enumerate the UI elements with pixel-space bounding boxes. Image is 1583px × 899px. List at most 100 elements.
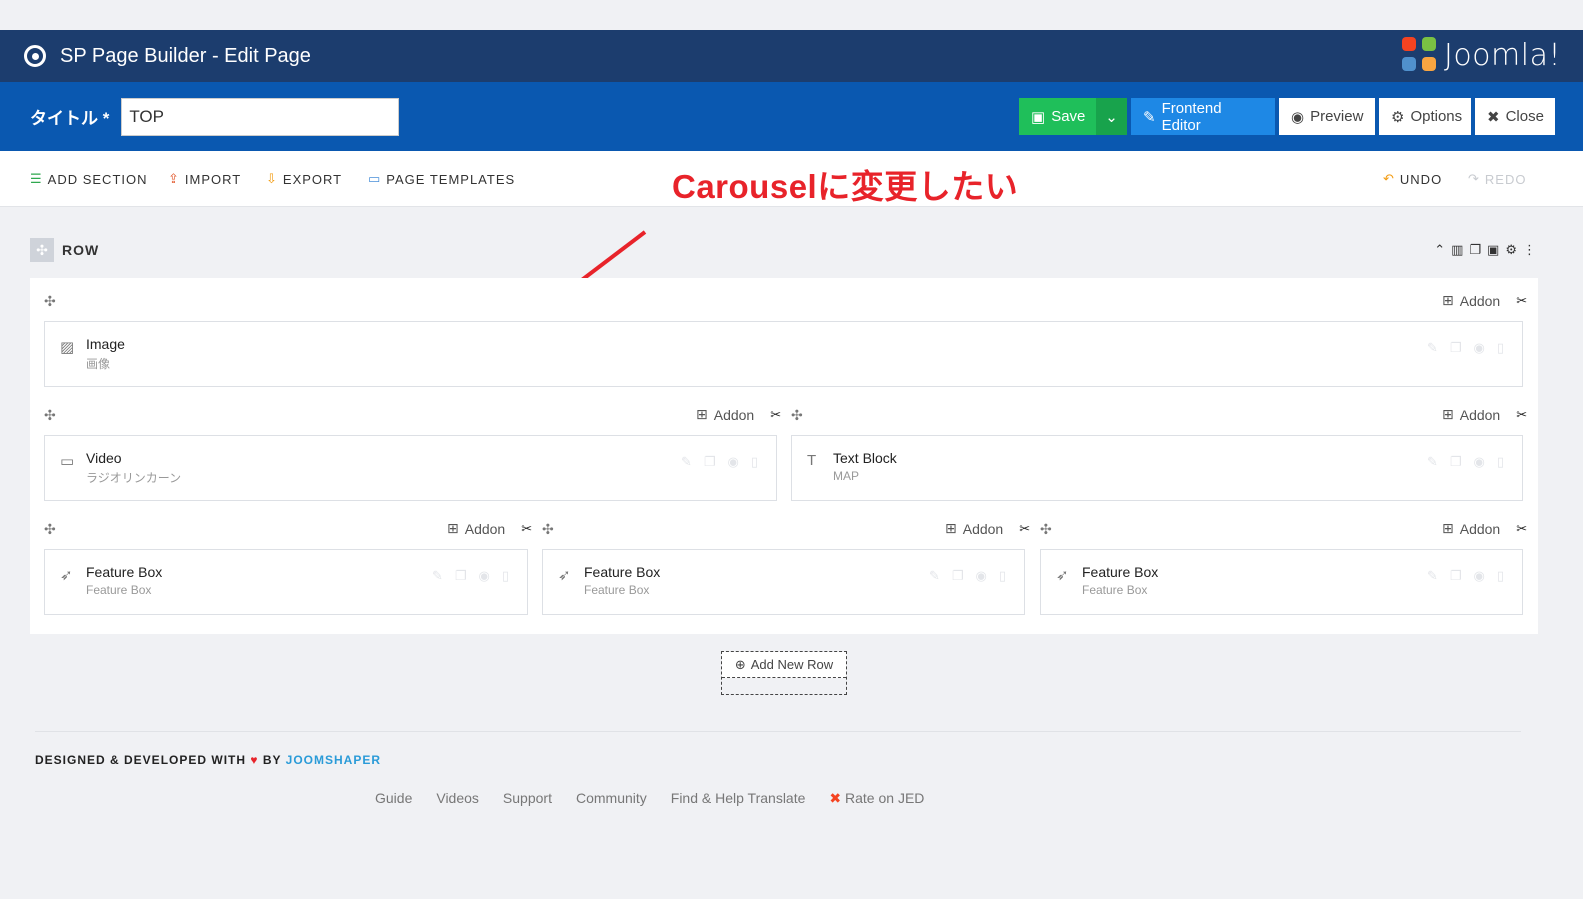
edit-icon[interactable]: ✎	[1427, 568, 1438, 584]
preview-button[interactable]: ◉ Preview	[1279, 98, 1375, 135]
row-label: ROW	[62, 242, 100, 258]
addon-subtitle: MAP	[833, 469, 860, 483]
footer-link-translate[interactable]: Find & Help Translate	[671, 790, 806, 807]
trash-icon[interactable]: ▯	[751, 454, 758, 470]
eye-icon[interactable]: ◉	[728, 454, 739, 470]
footer-link-videos[interactable]: Videos	[436, 790, 479, 807]
trash-icon[interactable]: ▯	[1497, 340, 1504, 356]
collapse-icon[interactable]: ⌃	[1434, 242, 1445, 258]
addon-title: Feature Box	[584, 564, 661, 580]
column-move-icon[interactable]: ✣	[542, 521, 554, 538]
add-addon-icon: ⊞	[447, 520, 459, 536]
more-icon[interactable]: ⋮	[1523, 242, 1536, 258]
export-button[interactable]: ⇩ EXPORT	[266, 171, 342, 187]
edit-icon[interactable]: ✎	[1427, 340, 1438, 356]
add-addon-button[interactable]: ⊞ Addon ✂	[447, 520, 532, 537]
add-new-row-button[interactable]: ⊕ Add New Row	[721, 651, 847, 695]
title-input[interactable]: TOP	[121, 97, 400, 136]
footer-link-guide[interactable]: Guide	[375, 790, 412, 807]
add-addon-button[interactable]: ⊞ Addon ✂	[1442, 292, 1527, 309]
row-move-icon[interactable]: ✣	[30, 238, 54, 262]
footer-link-community[interactable]: Community	[576, 790, 647, 807]
edit-icon[interactable]: ✎	[681, 454, 692, 470]
trash-icon[interactable]: ▯	[999, 568, 1006, 584]
edit-icon[interactable]: ✎	[432, 568, 443, 584]
row-panel: ✣ ⊞ Addon ✂ ▨ Image 画像 ✎ ❐ ◉ ▯ ✣ ⊞ Addon ✂ …	[30, 278, 1538, 634]
eye-icon[interactable]: ◉	[479, 568, 490, 584]
footer-link-support[interactable]: Support	[503, 790, 552, 807]
add-addon-button[interactable]: ⊞ Addon ✂	[696, 406, 781, 423]
copy-icon[interactable]: ❐	[1450, 454, 1462, 470]
add-addon-button[interactable]: ⊞ Addon ✂	[945, 520, 1030, 537]
joomshaper-link[interactable]: JOOMSHAPER	[286, 753, 381, 767]
addon-text-block[interactable]: T Text Block MAP ✎ ❐ ◉ ▯	[791, 435, 1523, 501]
addon-actions: ✎ ❐ ◉ ▯	[1427, 340, 1504, 356]
copy-icon[interactable]: ❐	[455, 568, 467, 584]
add-addon-label: Addon	[713, 406, 755, 423]
addon-image[interactable]: ▨ Image 画像 ✎ ❐ ◉ ▯	[44, 321, 1523, 387]
settings-icon[interactable]: ⚙	[1505, 242, 1517, 258]
add-addon-button[interactable]: ⊞ Addon ✂	[1442, 520, 1527, 537]
column-tools-icon[interactable]: ✂	[1019, 521, 1030, 537]
redo-label: REDO	[1484, 171, 1527, 187]
column-move-icon[interactable]: ✣	[44, 407, 56, 424]
column-move-icon[interactable]: ✣	[44, 521, 56, 538]
save-icon: ▣	[1031, 108, 1046, 126]
sp-page-builder-icon	[24, 45, 46, 67]
save-dropdown-button[interactable]: ⌄	[1096, 98, 1127, 135]
copy-icon[interactable]: ❐	[1450, 340, 1462, 356]
add-addon-icon: ⊞	[1442, 406, 1454, 422]
footer-link-rate[interactable]: ✖ Rate on JED	[829, 790, 924, 807]
undo-button[interactable]: ↶ UNDO	[1383, 171, 1442, 187]
import-button[interactable]: ⇪ IMPORT	[168, 171, 241, 187]
save-row-icon[interactable]: ▣	[1487, 242, 1499, 258]
addon-feature-box[interactable]: ➶ Feature Box Feature Box ✎ ❐ ◉ ▯	[542, 549, 1025, 615]
eye-icon[interactable]: ◉	[1474, 340, 1485, 356]
title-label: タイトル *	[30, 109, 110, 128]
edit-icon[interactable]: ✎	[929, 568, 940, 584]
heart-icon: ♥	[250, 753, 259, 767]
addon-feature-box[interactable]: ➶ Feature Box Feature Box ✎ ❐ ◉ ▯	[44, 549, 528, 615]
addon-feature-box[interactable]: ➶ Feature Box Feature Box ✎ ❐ ◉ ▯	[1040, 549, 1523, 615]
addon-video[interactable]: ▭ Video ラジオリンカーン ✎ ❐ ◉ ▯	[44, 435, 777, 501]
rate-label: Rate on JED	[845, 790, 925, 806]
column-tools-icon[interactable]: ✂	[770, 407, 781, 423]
trash-icon[interactable]: ▯	[1497, 454, 1504, 470]
page-templates-button[interactable]: ▭ PAGE TEMPLATES	[368, 171, 515, 187]
columns-icon[interactable]: ▥	[1451, 242, 1463, 258]
trash-icon[interactable]: ▯	[502, 568, 509, 584]
rocket-icon: ➶	[1056, 567, 1069, 584]
add-section-icon: ☰	[30, 171, 43, 186]
add-new-row-label: Add New Row	[750, 657, 834, 672]
column-move-icon[interactable]: ✣	[1040, 521, 1052, 538]
duplicate-icon[interactable]: ❐	[1469, 242, 1481, 258]
options-label: Options	[1410, 108, 1463, 125]
redo-button[interactable]: ↷ REDO	[1468, 171, 1526, 187]
options-button[interactable]: ⚙ Options	[1379, 98, 1471, 135]
column-tools-icon[interactable]: ✂	[1516, 407, 1527, 423]
footer-links: Guide Videos Support Community Find & He…	[375, 790, 924, 807]
copy-icon[interactable]: ❐	[1450, 568, 1462, 584]
addon-actions: ✎ ❐ ◉ ▯	[432, 568, 509, 584]
copy-icon[interactable]: ❐	[704, 454, 716, 470]
addon-actions: ✎ ❐ ◉ ▯	[1427, 454, 1504, 470]
rocket-icon: ➶	[558, 567, 571, 584]
add-addon-button[interactable]: ⊞ Addon ✂	[1442, 406, 1527, 423]
column-move-icon[interactable]: ✣	[44, 293, 56, 310]
frontend-editor-button[interactable]: ✎ Frontend Editor	[1131, 98, 1275, 135]
eye-icon[interactable]: ◉	[1474, 568, 1485, 584]
column-tools-icon[interactable]: ✂	[1516, 521, 1527, 537]
joomla-wordmark: Joomla!	[1443, 37, 1561, 73]
add-section-button[interactable]: ☰ ADD SECTION	[30, 171, 148, 187]
eye-icon[interactable]: ◉	[976, 568, 987, 584]
column-tools-icon[interactable]: ✂	[521, 521, 532, 537]
credit-prefix: DESIGNED & DEVELOPED WITH	[35, 753, 247, 767]
close-button[interactable]: ✖ Close	[1475, 98, 1555, 135]
column-tools-icon[interactable]: ✂	[1516, 293, 1527, 309]
copy-icon[interactable]: ❐	[952, 568, 964, 584]
eye-icon[interactable]: ◉	[1474, 454, 1485, 470]
column-move-icon[interactable]: ✣	[791, 407, 803, 424]
edit-icon[interactable]: ✎	[1427, 454, 1438, 470]
trash-icon[interactable]: ▯	[1497, 568, 1504, 584]
save-button[interactable]: ▣ Save	[1019, 98, 1096, 135]
